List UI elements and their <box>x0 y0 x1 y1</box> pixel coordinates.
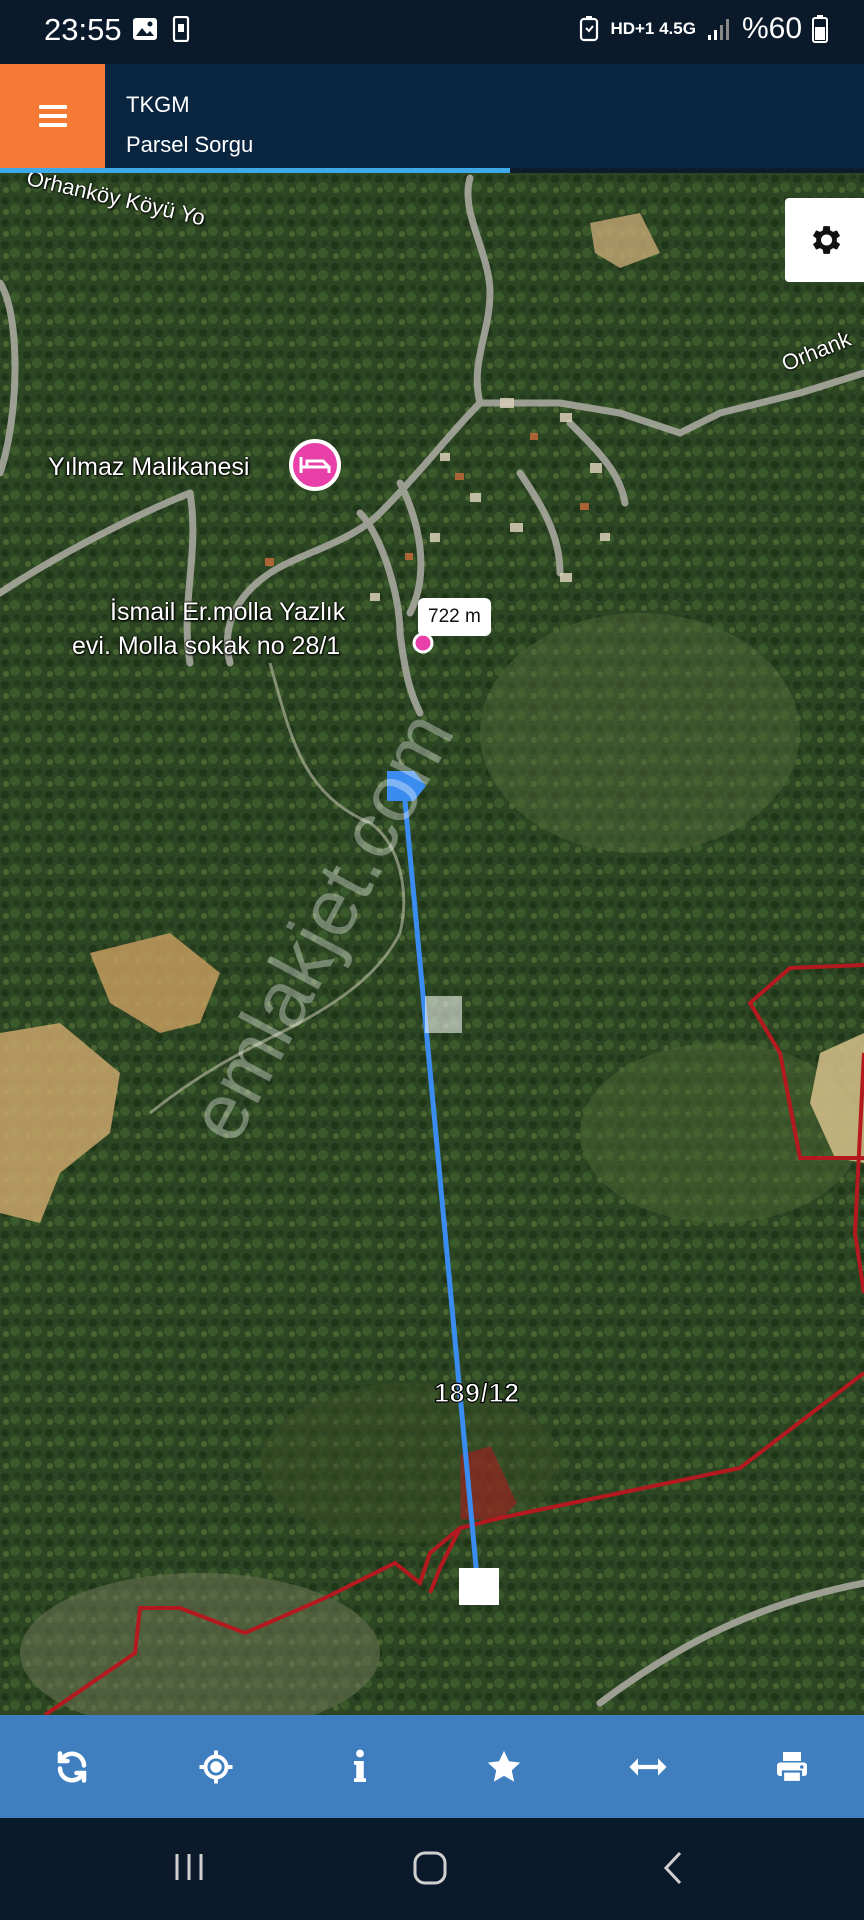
star-icon <box>487 1750 521 1782</box>
settings-button[interactable] <box>785 198 864 282</box>
recent-apps-button[interactable] <box>172 1850 206 1889</box>
crosshair-icon <box>199 1750 233 1783</box>
battery-icon <box>812 15 828 43</box>
info-button[interactable] <box>325 1732 395 1802</box>
status-bar: 23:55 HD+1 4.5G %60 <box>0 0 864 64</box>
hotel-label[interactable]: Yılmaz Malikanesi <box>48 453 249 482</box>
gear-icon <box>812 226 841 254</box>
print-icon <box>777 1751 807 1783</box>
hamburger-menu-button[interactable] <box>0 64 105 168</box>
back-button[interactable] <box>660 1850 686 1891</box>
info-icon <box>354 1749 366 1782</box>
map-toolbar <box>0 1715 864 1818</box>
status-left-icons <box>132 16 190 42</box>
app-subtitle: Parsel Sorgu <box>126 132 254 157</box>
network-indicator: HD+1 4.5G <box>610 19 696 38</box>
signal-icon <box>707 19 729 40</box>
gallery-icon <box>133 18 157 40</box>
hamburger-icon <box>38 100 67 132</box>
app-title: TKGM <box>126 92 190 117</box>
poi-label-line2[interactable]: evi. Molla sokak no 28/1 <box>72 632 340 661</box>
print-button[interactable] <box>757 1732 827 1802</box>
locate-button[interactable] <box>181 1732 251 1802</box>
parcel-label[interactable]: 189/12 <box>433 1377 519 1409</box>
system-nav-bar <box>0 1818 864 1920</box>
favorite-button[interactable] <box>469 1732 539 1802</box>
back-icon <box>663 1851 682 1885</box>
app-header: TKGM Parsel Sorgu <box>0 64 864 168</box>
poi-label-line1[interactable]: İsmail Er.molla Yazlık <box>110 598 345 627</box>
status-time: 23:55 <box>44 12 122 47</box>
map-canvas <box>0 173 864 1715</box>
phone-icon <box>172 16 190 42</box>
measure-icon <box>629 1757 667 1776</box>
refresh-button[interactable] <box>37 1732 107 1802</box>
battery-percent: %60 <box>741 12 802 45</box>
home-icon <box>413 1851 447 1885</box>
refresh-icon <box>57 1750 87 1783</box>
satellite-map[interactable]: emlakjet.com Orhanköy Köyü Yo Orhank Yıl… <box>0 173 864 1715</box>
recent-apps-icon <box>175 1854 203 1880</box>
distance-label: 722 m <box>418 598 491 636</box>
home-button[interactable] <box>412 1850 448 1891</box>
alarm-icon <box>580 16 599 42</box>
status-right: HD+1 4.5G %60 <box>578 12 828 46</box>
measure-button[interactable] <box>613 1732 683 1802</box>
